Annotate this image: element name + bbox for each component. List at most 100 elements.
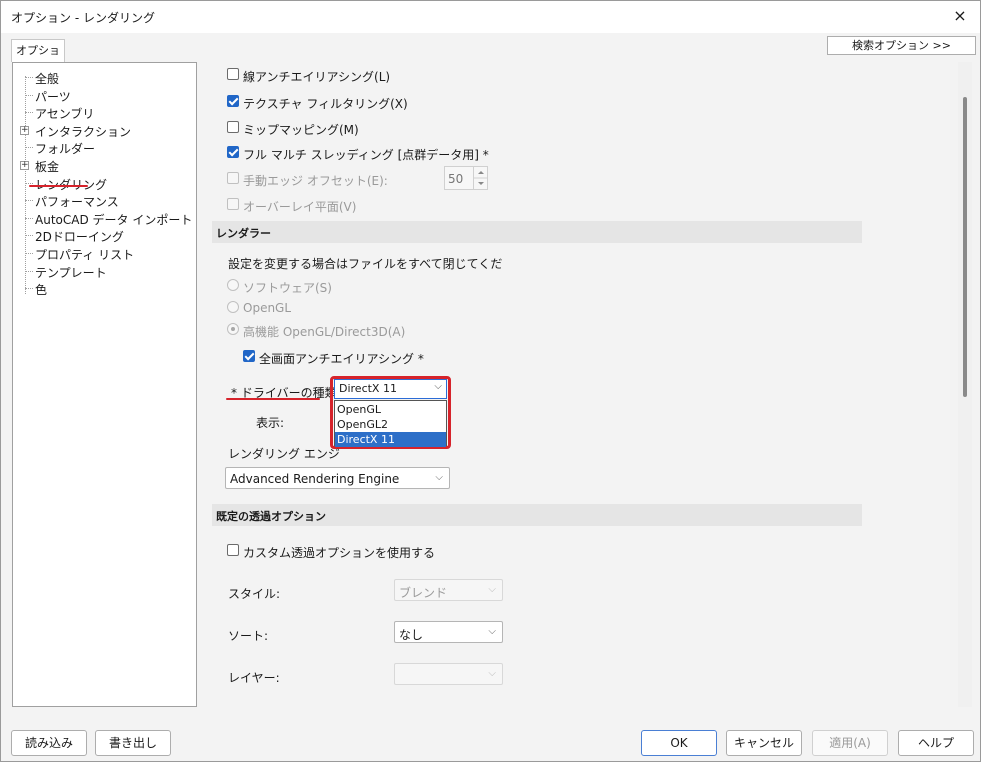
driver-dropdown-list: OpenGL OpenGL2 DirectX 11 bbox=[334, 400, 447, 447]
chevron-down-icon: ⌵ bbox=[488, 584, 496, 595]
tab-options[interactable]: オプション bbox=[11, 39, 65, 79]
line-antialias-label: 線アンチエイリアシング(L) bbox=[243, 70, 391, 84]
tree-item[interactable]: AutoCAD データ インポート bbox=[13, 209, 196, 227]
tree-item-label: インタラクション bbox=[35, 124, 132, 139]
texture-filter-label: テクスチャ フィルタリング(X) bbox=[243, 97, 408, 111]
category-tree: 全般パーツアセンブリ + インタラクションフォルダー + 板金レンダリングパフォーマンス… bbox=[12, 62, 197, 707]
tree-item-label: フォルダー bbox=[35, 142, 96, 157]
renderer-note: 設定を変更する場合はファイルをすべて閉じてくだ bbox=[228, 257, 503, 271]
search-options-button[interactable]: 検索オプション >> bbox=[827, 36, 976, 55]
expand-icon[interactable]: + bbox=[20, 125, 29, 135]
spinner-arrows[interactable] bbox=[473, 167, 488, 189]
style-select[interactable]: ブレンド ⌵ bbox=[394, 579, 503, 601]
sort-label: ソート: bbox=[228, 629, 269, 643]
radio-software-label: ソフトウェア(S) bbox=[243, 281, 332, 295]
tree-item-label: 板金 bbox=[35, 160, 60, 174]
custom-transparency-checkbox[interactable] bbox=[227, 544, 239, 556]
radio-opengl-label: OpenGL bbox=[243, 301, 292, 315]
fullscreen-aa-label: 全画面アンチエイリアシング * bbox=[259, 352, 424, 366]
tree-item[interactable]: + 板金 bbox=[13, 156, 196, 174]
manual-edge-offset-label: 手動エッジ オフセット(E): bbox=[243, 174, 388, 188]
render-engine-select[interactable]: Advanced Rendering Engine ⌵ bbox=[225, 467, 450, 489]
renderer-section-header: レンダラー bbox=[212, 221, 862, 243]
overlay-plane-checkbox[interactable] bbox=[227, 198, 239, 210]
driver-option-opengl2[interactable]: OpenGL2 bbox=[335, 417, 446, 432]
tree-branch-line bbox=[25, 253, 33, 254]
mipmap-checkbox[interactable] bbox=[227, 121, 239, 133]
tree-item[interactable]: アセンブリ bbox=[13, 103, 196, 121]
fullscreen-aa-checkbox[interactable] bbox=[243, 350, 255, 362]
chevron-down-icon: ⌵ bbox=[434, 381, 442, 392]
layer-label: レイヤー: bbox=[228, 671, 280, 685]
tree-branch-line bbox=[25, 147, 33, 149]
chevron-down-icon: ⌵ bbox=[488, 668, 496, 679]
tree-branch-line bbox=[25, 77, 33, 78]
sort-select[interactable]: なし ⌵ bbox=[394, 621, 503, 643]
tree-item[interactable]: 色 bbox=[13, 279, 196, 297]
texture-filter-checkbox[interactable] bbox=[227, 95, 239, 107]
style-label: スタイル: bbox=[228, 587, 281, 601]
driver-option-opengl[interactable]: OpenGL bbox=[335, 402, 446, 417]
chevron-down-icon: ⌵ bbox=[488, 626, 496, 637]
transparency-section-title: 既定の透過オプション bbox=[216, 510, 326, 523]
tree-item[interactable]: フォルダー bbox=[13, 138, 196, 156]
tree-item[interactable]: + インタラクション bbox=[13, 121, 196, 139]
close-icon[interactable]: × bbox=[946, 3, 974, 29]
tree-item[interactable]: 2Dドローイング bbox=[13, 226, 196, 244]
display-label: 表示: bbox=[256, 416, 285, 430]
highlight-underline-rendering bbox=[29, 185, 88, 187]
highlight-underline-driver bbox=[226, 398, 320, 400]
tree-branch-line bbox=[25, 288, 33, 290]
tree-branch-line bbox=[25, 182, 33, 184]
tree-branch-line bbox=[25, 235, 33, 237]
tree-item-label: テンプレート bbox=[35, 265, 107, 280]
custom-transparency-label: カスタム透過オプションを使用する bbox=[243, 546, 436, 560]
tree-branch-line bbox=[25, 112, 33, 114]
import-button[interactable]: 読み込み bbox=[11, 730, 87, 756]
tree-branch-line bbox=[25, 217, 33, 219]
window-title: オプション - レンダリング bbox=[11, 11, 155, 25]
manual-edge-offset-checkbox[interactable] bbox=[227, 172, 239, 184]
transparency-section-header: 既定の透過オプション bbox=[212, 504, 862, 526]
tree-item[interactable]: プロパティ リスト bbox=[13, 244, 196, 262]
tree-item[interactable]: 全般 bbox=[13, 68, 196, 86]
full-multithread-label: フル マルチ スレッディング [点群データ用] * bbox=[243, 148, 489, 162]
render-engine-value: Advanced Rendering Engine bbox=[230, 472, 400, 486]
radio-advanced-label: 高機能 OpenGL/Direct3D(A) bbox=[243, 325, 406, 339]
driver-option-directx11[interactable]: DirectX 11 bbox=[335, 432, 446, 447]
full-multithread-checkbox[interactable] bbox=[227, 146, 239, 158]
edge-offset-spinner[interactable]: 50 bbox=[444, 166, 488, 190]
renderer-section-title: レンダラー bbox=[216, 227, 271, 240]
tree-item[interactable]: レンダリング bbox=[13, 174, 196, 192]
scrollbar-thumb[interactable] bbox=[963, 97, 967, 397]
radio-opengl[interactable] bbox=[227, 301, 239, 313]
driver-type-select[interactable]: DirectX 11 ⌵ bbox=[334, 379, 447, 399]
expand-icon[interactable]: + bbox=[20, 161, 29, 170]
tree-item[interactable]: パフォーマンス bbox=[13, 191, 196, 209]
tree-item-label: アセンブリ bbox=[35, 107, 95, 122]
apply-button[interactable]: 適用(A) bbox=[812, 730, 888, 756]
ok-button[interactable]: OK bbox=[641, 730, 717, 756]
tree-branch-line bbox=[25, 270, 33, 272]
radio-advanced[interactable] bbox=[227, 323, 239, 335]
title-bar: オプション - レンダリング × bbox=[1, 1, 980, 33]
help-button[interactable]: ヘルプ bbox=[898, 730, 974, 756]
line-antialias-checkbox[interactable] bbox=[227, 68, 239, 80]
tree-item-label: 色 bbox=[35, 283, 48, 298]
driver-type-value: DirectX 11 bbox=[339, 382, 397, 395]
tree-item[interactable]: テンプレート bbox=[13, 262, 196, 280]
mipmap-label: ミップマッピング(M) bbox=[243, 123, 359, 137]
chevron-down-icon: ⌵ bbox=[435, 472, 443, 483]
overlay-plane-label: オーバーレイ平面(V) bbox=[243, 200, 357, 214]
tree-item-label: パーツ bbox=[35, 89, 71, 104]
style-value: ブレンド bbox=[399, 586, 448, 600]
tree-item-label: AutoCAD データ インポート bbox=[35, 212, 193, 227]
spinner-arrows-icon bbox=[474, 171, 488, 185]
layer-select[interactable]: ⌵ bbox=[394, 663, 503, 685]
radio-software[interactable] bbox=[227, 279, 239, 291]
tree-item[interactable]: パーツ bbox=[13, 86, 196, 104]
edge-offset-value: 50 bbox=[448, 172, 464, 186]
sort-value: なし bbox=[399, 628, 424, 642]
export-button[interactable]: 書き出し bbox=[95, 730, 171, 756]
cancel-button[interactable]: キャンセル bbox=[726, 730, 802, 756]
